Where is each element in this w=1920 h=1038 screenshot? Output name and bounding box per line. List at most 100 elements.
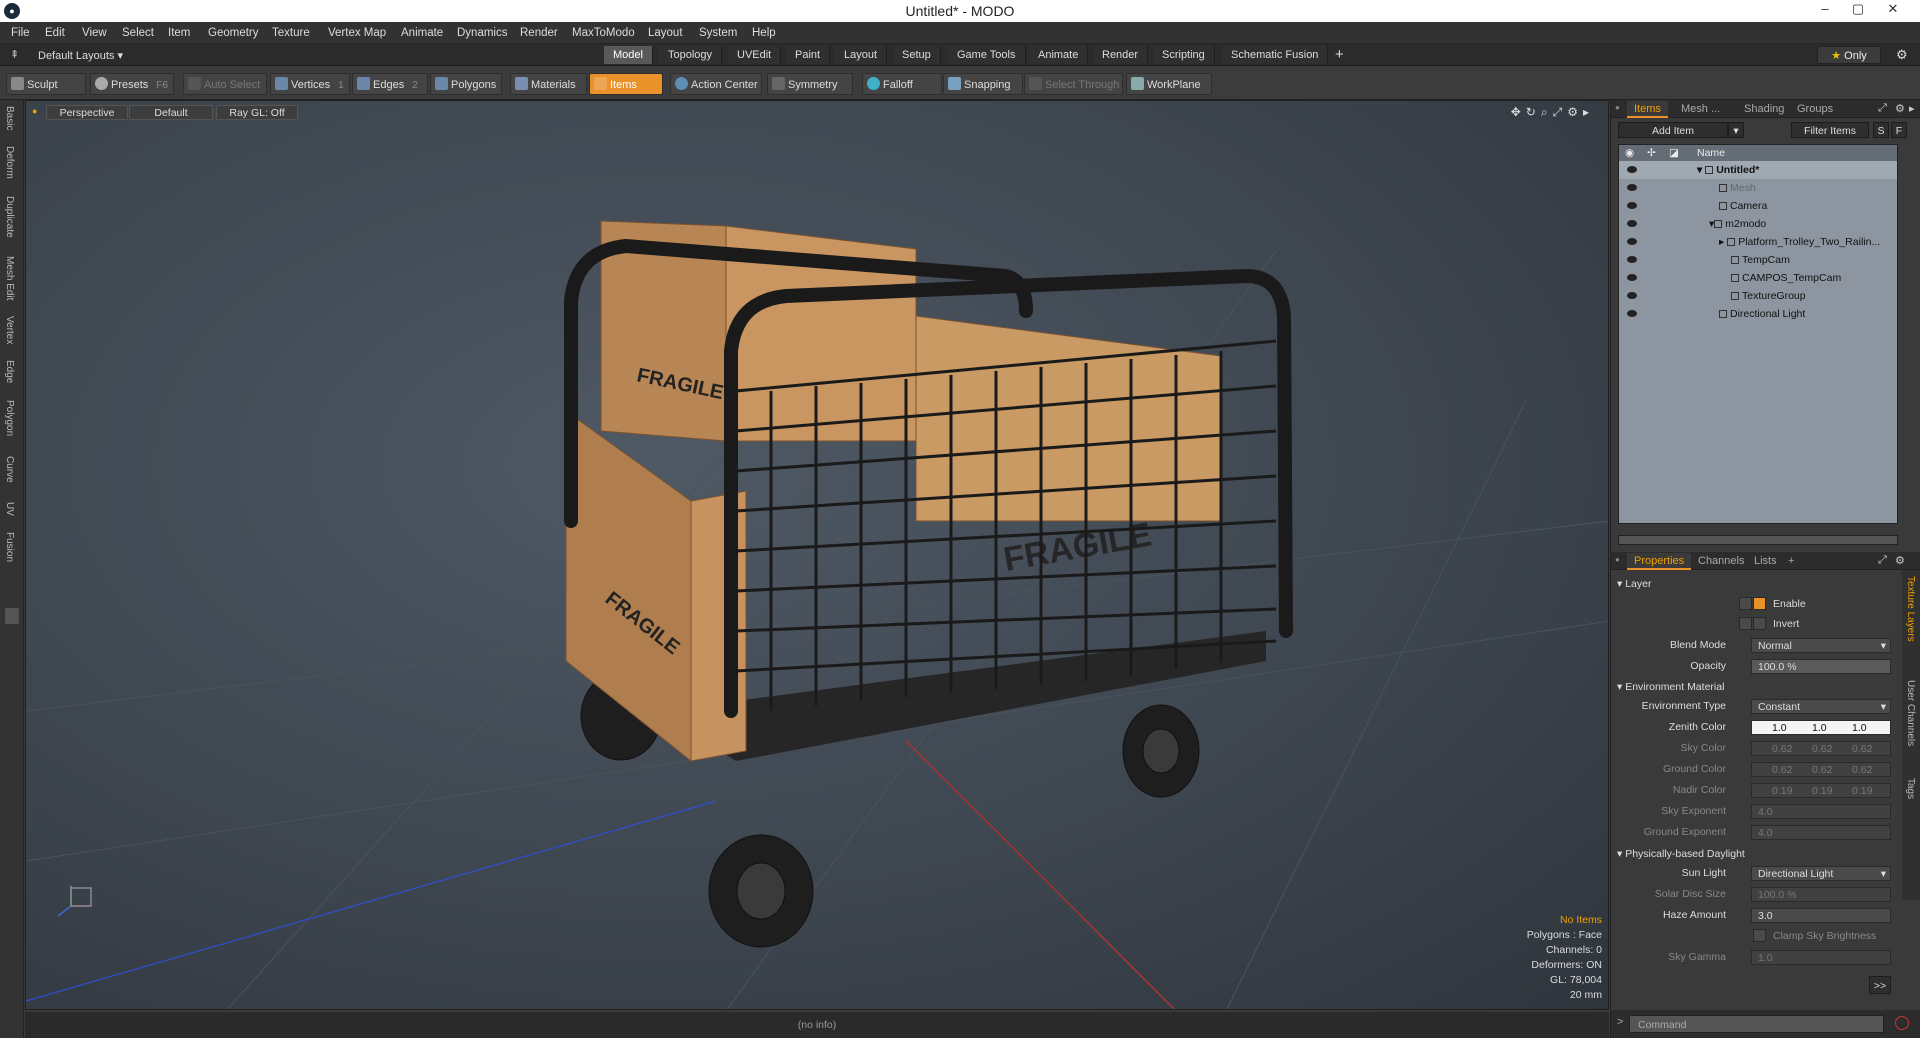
default-layouts-dropdown[interactable]: Default Layouts ▾ (38, 49, 123, 62)
only-toggle[interactable]: ★ Only (1817, 46, 1881, 64)
polygons-button[interactable]: Polygons (430, 73, 502, 95)
eye-icon[interactable] (1627, 256, 1637, 263)
tab-fusion[interactable]: Fusion (4, 532, 15, 562)
invert-checkbox[interactable] (1753, 617, 1766, 630)
falloff-button[interactable]: Falloff (862, 73, 942, 95)
tree-row-m2modo[interactable]: ▾ m2modo (1619, 215, 1897, 233)
add-tab-button[interactable]: + (1335, 46, 1344, 63)
record-icon[interactable] (1895, 1016, 1909, 1030)
menu-item[interactable]: Item (168, 27, 190, 39)
tab-user-channels[interactable]: User Channels (1905, 680, 1916, 746)
menu-geometry[interactable]: Geometry (208, 27, 259, 39)
tab-items[interactable]: Items (1627, 101, 1668, 118)
tab-properties[interactable]: Properties (1627, 553, 1692, 570)
eye-icon[interactable] (1627, 274, 1637, 281)
minimize-button[interactable]: – (1812, 1, 1838, 16)
gear-icon[interactable]: ⚙ (1896, 47, 1908, 63)
menu-view[interactable]: View (82, 27, 107, 39)
tab-tags[interactable]: Tags (1905, 778, 1916, 799)
tab-texture-layers[interactable]: Texture Layers (1905, 576, 1916, 642)
sky-exponent-input[interactable]: 4.0 (1751, 804, 1891, 819)
env-type-select[interactable]: Constant ▾ (1751, 699, 1891, 714)
tab-model[interactable]: Model (604, 46, 653, 64)
close-button[interactable]: ✕ (1880, 1, 1906, 17)
snapping-button[interactable]: Snapping (943, 73, 1023, 95)
section-physically-based-daylight[interactable]: ▾ Physically-based Daylight (1617, 845, 1907, 863)
menu-dynamics[interactable]: Dynamics (457, 27, 507, 39)
workplane-button[interactable]: WorkPlane (1126, 73, 1212, 95)
tab-shading[interactable]: Shading (1737, 101, 1791, 118)
nadir-color-input[interactable]: 0.19 0.19 0.19 (1751, 783, 1891, 798)
sun-light-select[interactable]: Directional Light ▾ (1751, 866, 1891, 881)
panel-menu-icon[interactable]: ● (1615, 103, 1620, 112)
tab-deform[interactable]: Deform (4, 146, 15, 179)
enable-lock-checkbox[interactable] (1739, 597, 1752, 610)
more-options-button[interactable]: >> (1869, 976, 1891, 994)
edges-button[interactable]: Edges 2 (352, 73, 428, 95)
menu-file[interactable]: File (11, 27, 30, 39)
menu-texture[interactable]: Texture (272, 27, 310, 39)
f-button[interactable]: F (1891, 122, 1907, 138)
tab-schematic-fusion[interactable]: Schematic Fusion (1222, 46, 1329, 64)
eye-icon[interactable] (1627, 220, 1637, 227)
tab-edge[interactable]: Edge (4, 360, 15, 383)
expand-panel-icon[interactable]: ⤢ (1878, 102, 1887, 115)
menu-render[interactable]: Render (520, 27, 558, 39)
tab-vertex[interactable]: Vertex (4, 316, 15, 344)
tree-row-mesh[interactable]: Mesh (1619, 179, 1897, 197)
tab-duplicate[interactable]: Duplicate (4, 196, 15, 238)
tab-animate[interactable]: Animate (1029, 46, 1089, 64)
eye-icon[interactable] (1627, 184, 1637, 191)
eye-icon[interactable] (1627, 238, 1637, 245)
enable-checkbox[interactable] (1753, 597, 1766, 610)
tree-row-tempcam[interactable]: TempCam (1619, 251, 1897, 269)
tab-setup[interactable]: Setup (893, 46, 941, 64)
tab-layout[interactable]: Layout (835, 46, 888, 64)
tab-curve[interactable]: Curve (4, 456, 15, 483)
zenith-color-input[interactable]: 1.0 1.0 1.0 (1751, 720, 1891, 735)
eye-icon[interactable] (1627, 166, 1637, 173)
section-environment-material[interactable]: ▾ Environment Material (1617, 678, 1907, 696)
tree-row-platform-trolley[interactable]: ▸ Platform_Trolley_Two_Railin... (1619, 233, 1897, 251)
clamp-sky-checkbox[interactable] (1753, 929, 1766, 942)
haze-amount-input[interactable]: 3.0 (1751, 908, 1891, 923)
panel-arrow-icon[interactable]: ▸ (1909, 102, 1915, 115)
expand-right-icon[interactable]: ▸ (1719, 236, 1724, 248)
presets-button[interactable]: Presets F6 (90, 73, 174, 95)
expand-panel-icon[interactable]: ⤢ (1878, 554, 1887, 567)
add-panel-tab-button[interactable]: + (1781, 553, 1801, 570)
panel-settings-icon[interactable]: ⚙ (1895, 554, 1905, 567)
maximize-button[interactable]: ▢ (1845, 1, 1871, 17)
tree-row-directional-light[interactable]: Directional Light (1619, 305, 1897, 323)
tree-row-texturegroup[interactable]: TextureGroup (1619, 287, 1897, 305)
tab-render[interactable]: Render (1093, 46, 1149, 64)
section-layer[interactable]: ▾ Layer (1617, 575, 1907, 593)
items-button[interactable]: Items (589, 73, 663, 95)
3d-viewport[interactable]: ● Perspective Default Ray GL: Off ✥↻⌕⤢⚙▸ (25, 100, 1609, 1010)
menu-vertex-map[interactable]: Vertex Map (328, 27, 386, 39)
menu-animate[interactable]: Animate (401, 27, 443, 39)
opacity-input[interactable]: 100.0 % (1751, 659, 1891, 674)
tab-mesh-edit[interactable]: Mesh Edit (4, 256, 15, 300)
tab-game-tools[interactable]: Game Tools (948, 46, 1026, 64)
tab-scripting[interactable]: Scripting (1153, 46, 1215, 64)
materials-button[interactable]: Materials (510, 73, 587, 95)
add-item-button[interactable]: Add Item (1618, 122, 1728, 138)
action-center-button[interactable]: Action Center (670, 73, 762, 95)
name-column-header[interactable]: Name (1697, 145, 1725, 161)
menu-edit[interactable]: Edit (45, 27, 65, 39)
panel-settings-icon[interactable]: ⚙ (1895, 102, 1905, 115)
tab-mesh[interactable]: Mesh ... (1674, 101, 1727, 118)
tree-scrollbar[interactable] (1618, 535, 1898, 545)
invert-lock-checkbox[interactable] (1739, 617, 1752, 630)
blend-mode-select[interactable]: Normal ▾ (1751, 638, 1891, 653)
menu-maxtomodo[interactable]: MaxToModo (572, 27, 635, 39)
tab-topology[interactable]: Topology (659, 46, 723, 64)
select-through-button[interactable]: Select Through (1024, 73, 1123, 95)
sculpt-button[interactable]: Sculpt (6, 73, 86, 95)
tab-polygon[interactable]: Polygon (4, 400, 15, 436)
panel-toggle-button[interactable] (5, 608, 19, 624)
layout-up-icon[interactable]: ⇞ (10, 48, 19, 61)
tab-lists[interactable]: Lists (1747, 553, 1784, 570)
tab-basic[interactable]: Basic (4, 106, 15, 130)
